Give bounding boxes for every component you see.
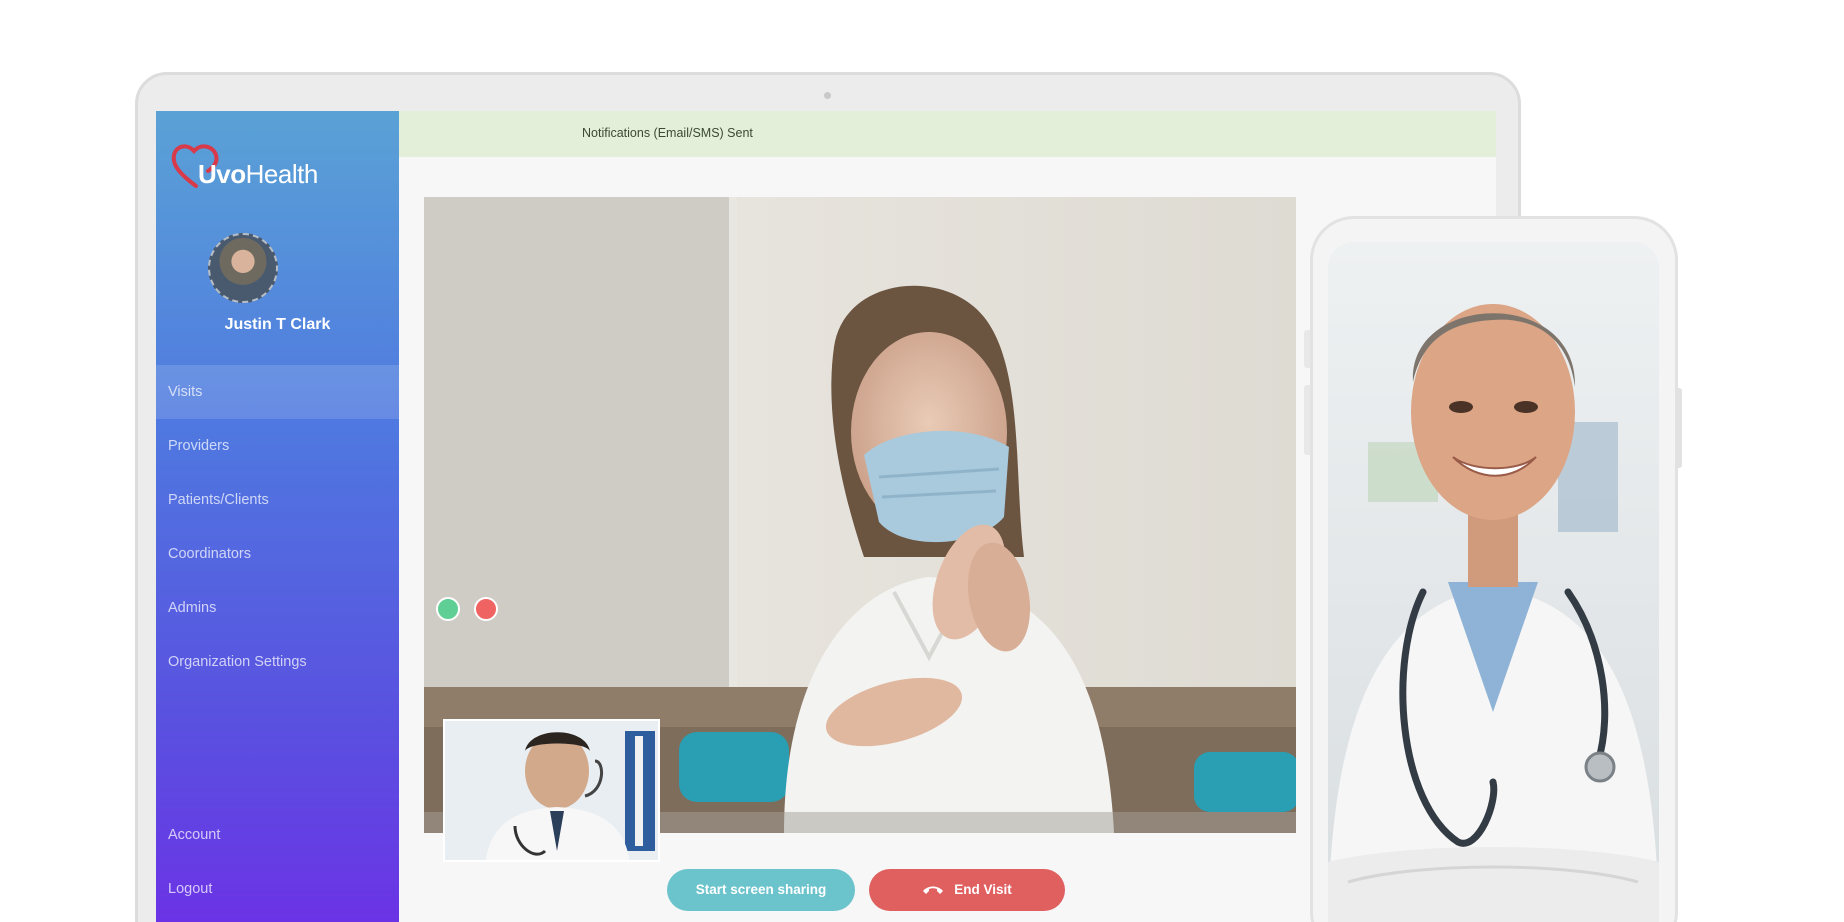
sidebar-item-coordinators[interactable]: Coordinators	[156, 527, 399, 581]
phone-hangup-icon	[923, 886, 944, 895]
self-view-video[interactable]	[443, 719, 660, 862]
phone-power-button	[1676, 388, 1682, 468]
red-close-dot[interactable]	[474, 597, 498, 621]
sidebar-item-organization-settings[interactable]: Organization Settings	[156, 635, 399, 689]
notification-banner: Notifications (Email/SMS) Sent	[399, 111, 1496, 157]
sidebar-item-logout[interactable]: Logout	[156, 862, 399, 916]
user-name: Justin T Clark	[224, 316, 331, 333]
sidebar-item-providers[interactable]: Providers	[156, 419, 399, 473]
end-visit-button[interactable]: End Visit	[869, 869, 1065, 911]
sidebar-nav: Visits Providers Patients/Clients Coordi…	[156, 365, 399, 689]
sidebar-item-account[interactable]: Account	[156, 808, 399, 862]
sidebar-bottom-nav: Account Logout	[156, 808, 399, 916]
brand-name: UvoHealth	[198, 159, 318, 189]
doctor-phone-image	[1328, 242, 1659, 922]
doctor-self-image	[445, 721, 658, 860]
sidebar-item-patients-clients[interactable]: Patients/Clients	[156, 473, 399, 527]
app-screen: UvoHealth Justin T Clark Visits Provider…	[156, 111, 1496, 922]
start-screen-sharing-button[interactable]: Start screen sharing	[667, 869, 855, 911]
sidebar: UvoHealth Justin T Clark Visits Provider…	[156, 111, 399, 922]
phone-video	[1328, 242, 1659, 922]
sidebar-item-admins[interactable]: Admins	[156, 581, 399, 635]
webcam-dot	[824, 92, 831, 99]
green-status-dot[interactable]	[436, 597, 460, 621]
sidebar-item-visits[interactable]: Visits	[156, 365, 399, 419]
avatar[interactable]	[208, 233, 278, 303]
end-visit-label: End Visit	[954, 882, 1012, 897]
